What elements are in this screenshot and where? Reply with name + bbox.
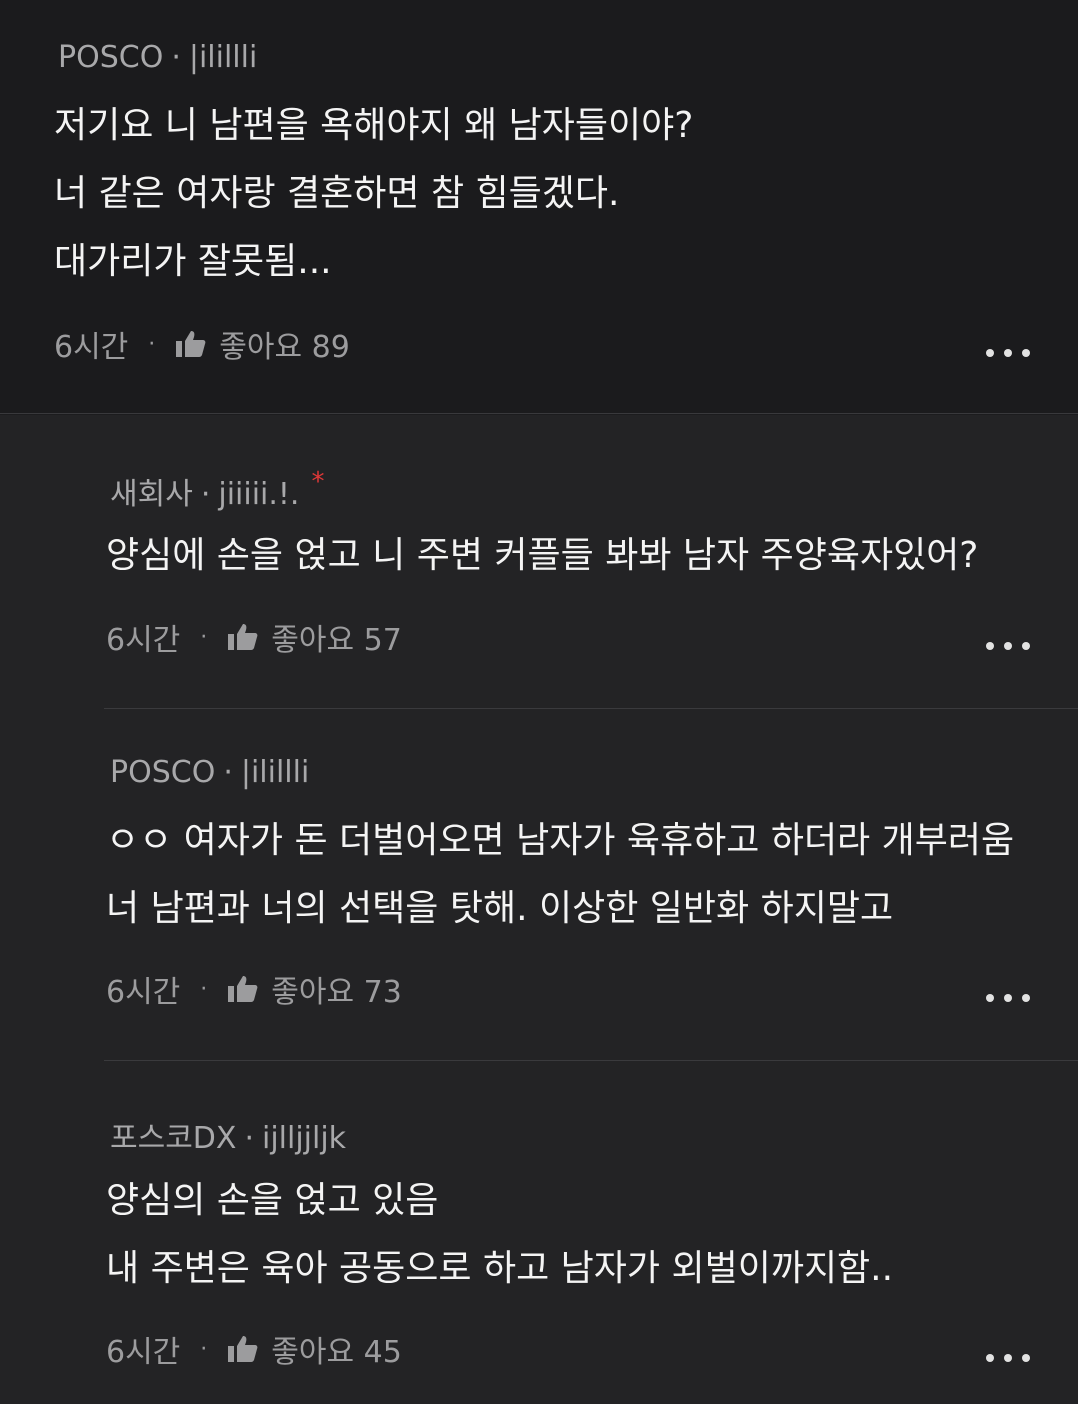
author-company: 포스코DX — [110, 1121, 237, 1156]
thumbs-up-icon[interactable] — [175, 329, 207, 359]
more-horizontal-icon[interactable] — [986, 1352, 1030, 1364]
meta-separator: · — [200, 477, 211, 512]
meta-separator: · — [223, 755, 233, 790]
comment-time: 6시간 — [106, 623, 181, 658]
comment-footer: 6시간 · 좋아요 89 — [54, 322, 350, 366]
comment-line: 양심의 손을 얹고 있음 — [106, 1180, 439, 1221]
comment-footer: 6시간 · 좋아요 45 — [106, 1327, 402, 1371]
comment-author[interactable]: POSCO · |ilillli — [58, 40, 257, 75]
author-company: POSCO — [110, 755, 216, 790]
footer-separator: · — [200, 1336, 208, 1362]
comment-body: 저기요 니 남편을 욕해야지 왜 남자들이야? 너 같은 여자랑 결혼하면 참 … — [54, 92, 693, 296]
meta-separator: · — [244, 1121, 254, 1156]
meta-separator: · — [171, 40, 181, 75]
comment-line: 너 남편과 너의 선택을 탓해. 이상한 일반화 하지말고 — [106, 888, 894, 929]
comment-line: 내 주변은 육아 공동으로 하고 남자가 외벌이까지함.. — [106, 1248, 894, 1289]
comment-body: 양심의 손을 얹고 있음 내 주변은 육아 공동으로 하고 남자가 외벌이까지함… — [106, 1167, 893, 1303]
comment-line: 양심에 손을 얹고 니 주변 커플들 봐봐 남자 주양육자있어? — [106, 535, 979, 576]
like-count[interactable]: 좋아요 45 — [271, 1327, 402, 1371]
thumbs-up-icon[interactable] — [227, 974, 259, 1004]
comment-time: 6시간 — [54, 330, 129, 365]
comment-author[interactable]: 포스코DX · ijlljjljk — [110, 1113, 346, 1157]
footer-separator: · — [148, 331, 156, 357]
comment-line: 저기요 니 남편을 욕해야지 왜 남자들이야? — [54, 105, 694, 146]
comment-author[interactable]: 새회사 · jiiiii.!. * — [110, 467, 325, 513]
like-count[interactable]: 좋아요 73 — [271, 967, 402, 1011]
author-company: POSCO — [58, 40, 164, 75]
comment-body: ㅇㅇ 여자가 돈 더벌어오면 남자가 육휴하고 하더라 개부러움 너 남편과 너… — [106, 807, 1014, 943]
comment-line: 너 같은 여자랑 결혼하면 참 힘들겠다. — [54, 173, 620, 214]
thumbs-up-icon[interactable] — [227, 1334, 259, 1364]
author-badge: * — [311, 467, 325, 497]
divider — [104, 708, 1078, 709]
comment-footer: 6시간 · 좋아요 57 — [106, 615, 402, 659]
like-count[interactable]: 좋아요 57 — [271, 615, 402, 659]
author-nickname: |ilillli — [188, 40, 258, 75]
comment-time: 6시간 — [106, 1335, 181, 1370]
author-nickname: ijlljjljk — [262, 1121, 347, 1156]
comment-line: 대가리가 잘못됨... — [54, 241, 332, 282]
author-nickname: jiiiii.!. — [218, 477, 300, 512]
author-company: 새회사 — [110, 477, 193, 512]
comment-footer: 6시간 · 좋아요 73 — [106, 967, 402, 1011]
comment-time: 6시간 — [106, 975, 181, 1010]
divider — [104, 1060, 1078, 1061]
author-nickname: |ilillli — [240, 755, 310, 790]
comment-line: ㅇㅇ 여자가 돈 더벌어오면 남자가 육휴하고 하더라 개부러움 — [106, 820, 1015, 861]
thumbs-up-icon[interactable] — [227, 622, 259, 652]
comment-1: POSCO · |ilillli 저기요 니 남편을 욕해야지 왜 남자들이야? 너… — [0, 0, 1078, 414]
more-horizontal-icon[interactable] — [986, 347, 1030, 359]
like-count[interactable]: 좋아요 89 — [219, 322, 350, 366]
comment-body: 양심에 손을 얹고 니 주변 커플들 봐봐 남자 주양육자있어? — [106, 522, 978, 590]
reply-list: 새회사 · jiiiii.!. * 양심에 손을 얹고 니 주변 커플들 봐봐 남자 … — [0, 415, 1078, 1404]
footer-separator: · — [200, 976, 208, 1002]
more-horizontal-icon[interactable] — [986, 992, 1030, 1004]
footer-separator: · — [200, 624, 208, 650]
comment-author[interactable]: POSCO · |ilillli — [110, 755, 309, 790]
more-horizontal-icon[interactable] — [986, 640, 1030, 652]
